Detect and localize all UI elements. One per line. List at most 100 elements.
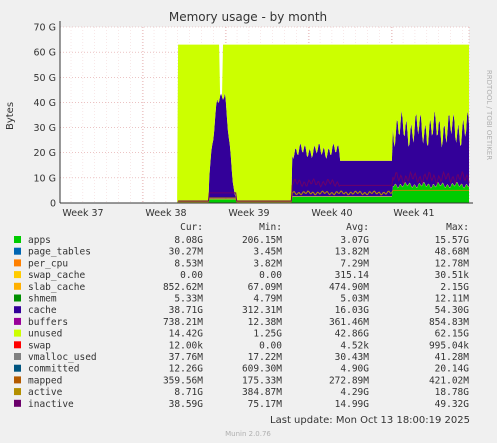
- x-tick-label: Week 38: [145, 208, 186, 219]
- legend-max: 62.15G: [435, 329, 470, 340]
- legend-min: 67.09M: [248, 282, 283, 293]
- legend-min: 3.45M: [253, 247, 282, 258]
- legend-min: 0.00: [259, 340, 282, 351]
- legend-swatch: [14, 282, 21, 290]
- legend-avg: 3.07G: [340, 235, 369, 246]
- legend-max: 12.11M: [435, 294, 470, 305]
- legend-min: 0.00: [259, 270, 282, 281]
- x-tick-label: Week 37: [62, 208, 103, 219]
- legend-header: Max:: [446, 222, 469, 233]
- legend-name: slab_cache: [28, 282, 85, 293]
- legend-min: 175.33M: [242, 375, 282, 386]
- chart-title: Memory usage - by month: [169, 10, 327, 24]
- legend-max: 54.30G: [435, 305, 470, 316]
- legend-header: Avg:: [346, 222, 369, 233]
- legend-cur: 852.62M: [163, 282, 203, 293]
- y-tick-label: 60 G: [34, 48, 56, 59]
- legend-header: Min:: [259, 222, 282, 233]
- legend-cur: 14.42G: [169, 329, 204, 340]
- legend-cur: 5.33M: [174, 294, 203, 305]
- legend-name: inactive: [28, 399, 74, 410]
- legend-name: unused: [28, 329, 62, 340]
- legend-name: shmem: [28, 294, 57, 305]
- legend-min: 4.79M: [253, 294, 282, 305]
- y-tick-label: 40 G: [34, 98, 56, 109]
- legend-max: 49.32G: [435, 399, 470, 410]
- legend-cur: 8.08G: [174, 235, 203, 246]
- legend-name: vmalloc_used: [28, 352, 97, 363]
- legend-max: 20.14G: [435, 364, 470, 375]
- legend-swatch: [14, 388, 21, 396]
- legend-cur: 0.00: [180, 270, 203, 281]
- legend-min: 384.87M: [242, 387, 282, 398]
- legend-avg: 474.90M: [329, 282, 369, 293]
- legend-cur: 359.56M: [163, 375, 203, 386]
- legend-avg: 14.99G: [335, 399, 370, 410]
- x-tick-label: Week 39: [228, 208, 269, 219]
- munin-version: Munin 2.0.76: [225, 430, 271, 438]
- legend-min: 1.25G: [253, 329, 282, 340]
- legend-name: buffers: [28, 317, 68, 328]
- legend-swatch: [14, 341, 21, 349]
- legend-cur: 8.53M: [174, 258, 203, 269]
- y-tick-label: 70 G: [34, 23, 56, 34]
- rrdtool-side-label: RRDTOOL / TOBI OETIKER: [485, 70, 493, 160]
- legend-max: 30.51k: [435, 270, 470, 281]
- legend-avg: 272.89M: [329, 375, 369, 386]
- legend-swatch: [14, 317, 21, 325]
- legend-cur: 12.26G: [169, 364, 204, 375]
- legend-cur: 38.59G: [169, 399, 204, 410]
- memory-chart: Memory usage - by month Bytes RRDTOOL / …: [0, 0, 497, 443]
- legend-max: 48.68M: [435, 247, 470, 258]
- legend-max: 854.83M: [429, 317, 469, 328]
- legend-cur: 38.71G: [169, 305, 204, 316]
- legend-min: 206.15M: [242, 235, 282, 246]
- legend-avg: 4.52k: [340, 340, 369, 351]
- legend-cur: 37.76M: [169, 352, 204, 363]
- munin-graph: Memory usage - by month Bytes RRDTOOL / …: [0, 0, 497, 443]
- legend-cur: 12.00k: [169, 340, 204, 351]
- legend-avg: 13.82M: [335, 247, 370, 258]
- legend-min: 3.82M: [253, 258, 282, 269]
- legend-header: Cur:: [180, 222, 203, 233]
- legend-swatch: [14, 294, 21, 302]
- x-tick-label: Week 41: [393, 208, 434, 219]
- legend-name: swap_cache: [28, 270, 85, 281]
- y-tick-label: 50 G: [34, 73, 56, 84]
- legend-max: 421.02M: [429, 375, 469, 386]
- legend-avg: 30.43M: [335, 352, 370, 363]
- legend-min: 609.30M: [242, 364, 282, 375]
- legend-cur: 738.21M: [163, 317, 203, 328]
- legend-avg: 42.86G: [335, 329, 370, 340]
- x-tick-label: Week 40: [311, 208, 352, 219]
- legend-swatch: [14, 329, 21, 337]
- legend-name: per_cpu: [28, 258, 68, 269]
- legend-name: cache: [28, 305, 57, 316]
- legend-swatch: [14, 306, 21, 314]
- legend-max: 18.78G: [435, 387, 470, 398]
- legend-swatch: [14, 399, 21, 407]
- legend-name: swap: [28, 340, 51, 351]
- legend-swatch: [14, 364, 21, 372]
- legend-avg: 361.46M: [329, 317, 369, 328]
- legend-swatch: [14, 353, 21, 360]
- legend-name: committed: [28, 364, 79, 375]
- legend-max: 995.04k: [429, 340, 469, 351]
- legend-name: active: [28, 387, 63, 398]
- legend-max: 2.15G: [440, 282, 469, 293]
- last-update: Last update: Mon Oct 13 18:00:19 2025: [270, 415, 470, 426]
- legend-min: 17.22M: [248, 352, 283, 363]
- legend-name: mapped: [28, 375, 62, 386]
- legend-min: 75.17M: [248, 399, 283, 410]
- legend-avg: 7.29M: [340, 258, 369, 269]
- legend-min: 12.38M: [248, 317, 283, 328]
- legend-cur: 30.27M: [169, 247, 204, 258]
- legend-avg: 4.90G: [340, 364, 369, 375]
- legend-swatch: [14, 236, 21, 243]
- legend-name: apps: [28, 235, 51, 246]
- legend-swatch: [14, 259, 21, 267]
- legend-max: 15.57G: [435, 235, 470, 246]
- y-tick-label: 10 G: [34, 173, 56, 184]
- legend-avg: 5.03M: [340, 294, 369, 305]
- legend-avg: 16.03G: [335, 305, 370, 316]
